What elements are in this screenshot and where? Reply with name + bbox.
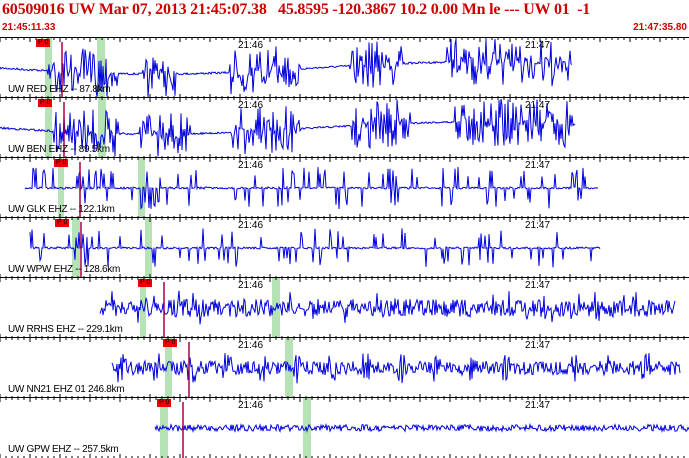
trace-panel: P 0 21:46 21:47 UW RED EHZ -- 87.8km <box>0 37 689 97</box>
station-label: UW RED EHZ -- 87.8km <box>8 84 111 95</box>
minute-label: 21:47 <box>525 340 551 351</box>
seismogram-panel: P 0 21:46 21:47 UW RED EHZ -- 87.8km P 0 21:4… <box>0 37 689 458</box>
station-label: UW RRHS EHZ -- 229.1km <box>8 324 123 335</box>
minute-label: 21:46 <box>238 100 264 111</box>
trace-panel: P 0 21:46 21:47 UW GPW EHZ -- 257.5km <box>0 397 689 458</box>
minute-label: 21:47 <box>525 400 551 411</box>
pick-flag[interactable]: P 0 <box>55 219 70 227</box>
minute-label: 21:47 <box>525 100 551 111</box>
pick-flag[interactable]: P 0 <box>36 39 51 47</box>
minute-label: 21:46 <box>238 220 264 231</box>
waveform-trace <box>154 422 689 434</box>
minute-label: 21:46 <box>238 400 264 411</box>
station-label: UW WPW EHZ -- 128.6km <box>8 264 121 275</box>
station-label: UW NN21 EHZ 01 246.8km <box>8 384 125 395</box>
pick-flag[interactable]: P 0 <box>157 399 172 407</box>
event-title: 60509016 UW Mar 07, 2013 21:45:07.38 45.… <box>2 1 591 18</box>
minute-label: 21:46 <box>238 340 264 351</box>
minute-label: 21:46 <box>238 40 264 51</box>
pick-flag[interactable]: P 0 <box>38 99 53 107</box>
station-label: UW BEN EHZ -- 89.5km <box>8 144 110 155</box>
waveform-trace <box>99 290 676 325</box>
minute-label: 21:46 <box>238 280 264 291</box>
trace-panel: P 0 21:46 21:47 UW WPW EHZ -- 128.6km <box>0 217 689 277</box>
trace-panel: P 0 21:46 21:47 UW RRHS EHZ -- 229.1km <box>0 277 689 337</box>
pick-flag[interactable]: P 0 <box>138 279 153 287</box>
trace-panel: P 0 21:46 21:47 UW NN21 EHZ 01 246.8km <box>0 337 689 397</box>
amplitude-window <box>303 398 311 458</box>
station-label: UW GPW EHZ -- 257.5km <box>8 444 119 455</box>
minute-label: 21:47 <box>525 40 551 51</box>
trace-panel: P 0 21:46 21:47 UW BEN EHZ -- 89.5km <box>0 97 689 157</box>
pick-flag[interactable]: P 0 <box>163 339 178 347</box>
time-end-label: 21:47:35.80 <box>633 22 687 33</box>
minute-label: 21:46 <box>238 160 264 171</box>
station-label: UW GLK EHZ -- 122.1km <box>8 204 115 215</box>
pick-flag[interactable]: P 0 <box>54 159 69 167</box>
event-header: 60509016 UW Mar 07, 2013 21:45:07.38 45.… <box>0 0 689 36</box>
waveform-trace <box>111 352 681 384</box>
waveform-trace <box>29 228 601 268</box>
waveform-trace <box>24 166 599 210</box>
minute-label: 21:47 <box>525 220 551 231</box>
trace-panel: P 0 21:46 21:47 UW GLK EHZ -- 122.1km <box>0 157 689 217</box>
time-start-label: 21:45:11.33 <box>2 22 56 33</box>
minute-label: 21:47 <box>525 160 551 171</box>
minute-label: 21:47 <box>525 280 551 291</box>
